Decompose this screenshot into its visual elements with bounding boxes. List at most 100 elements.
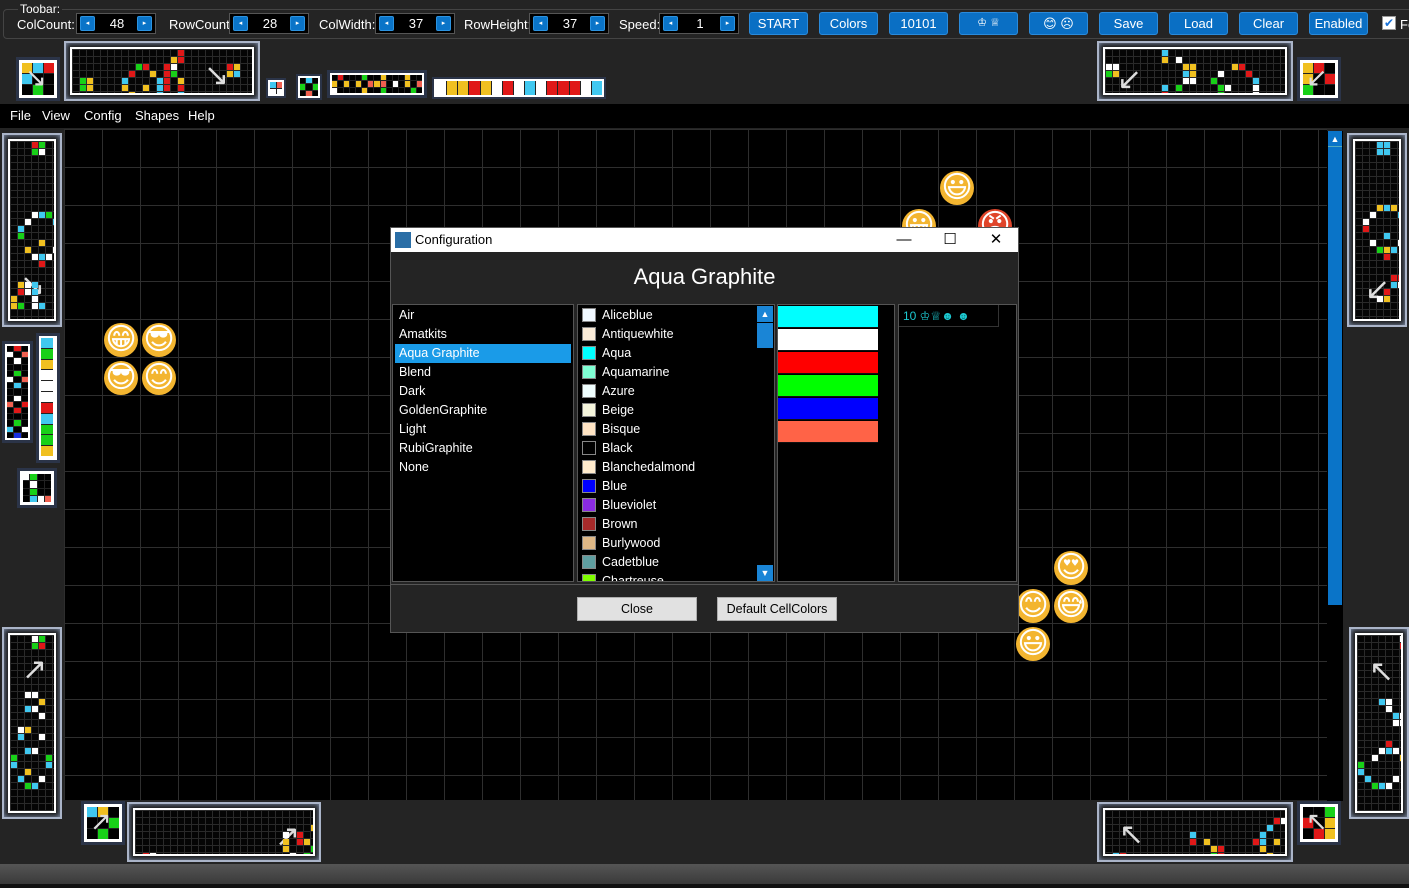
theme-list[interactable]: Air Amatkits Aqua Graphite Blend Dark GoldenG… (392, 304, 574, 582)
cell-color-swatch[interactable] (778, 352, 878, 374)
named-color-list[interactable]: Aliceblue Antiquewhite Aqua Aquamarine Azure… (577, 304, 775, 582)
chess-button[interactable]: ♔ ♕ (959, 12, 1018, 35)
smileys-button[interactable]: 😊 ☹ (1029, 12, 1088, 35)
theme-item[interactable]: Light (395, 420, 571, 439)
color-list-scroll-thumb[interactable] (757, 323, 773, 348)
dialog-title-bar[interactable]: Configuration — ☐ ✕ (391, 228, 1018, 252)
emoji-cell[interactable]: 😊 (1016, 589, 1050, 623)
theme-item[interactable]: None (395, 458, 571, 477)
colcount-value[interactable]: 48 (97, 16, 137, 31)
cell-color-list[interactable] (777, 304, 895, 582)
minimize-button[interactable]: — (889, 230, 919, 250)
theme-item[interactable]: Aqua Graphite (395, 344, 571, 363)
emoji-cell[interactable]: 😁 (104, 323, 138, 357)
rowheight-stepper[interactable]: ◂ 37 ▸ (529, 13, 609, 34)
rowheight-value[interactable]: 37 (550, 16, 590, 31)
rowcount-value[interactable]: 28 (250, 16, 290, 31)
vertical-pattern-thumb[interactable] (2, 341, 33, 443)
speed-increment-button[interactable]: ▸ (720, 16, 735, 31)
emoji-cell[interactable]: 😍 (1054, 551, 1088, 585)
pattern-panel-top-right[interactable]: ↙ (1097, 41, 1293, 101)
pattern-panel-top-left[interactable]: ↘ (64, 41, 260, 101)
small-pattern-thumb-2[interactable] (296, 74, 322, 100)
binary-button[interactable]: 10101 (889, 12, 948, 35)
emoji-cell[interactable]: 😃 (940, 171, 974, 205)
colors-button[interactable]: Colors (819, 12, 878, 35)
theme-item[interactable]: Amatkits (395, 325, 571, 344)
theme-item[interactable]: GoldenGraphite (395, 401, 571, 420)
rowcount-decrement-button[interactable]: ◂ (233, 16, 248, 31)
scroll-up-arrow-icon[interactable]: ▲ (1328, 131, 1342, 147)
menu-shapes[interactable]: Shapes (135, 108, 179, 123)
color-item[interactable]: Blue (578, 477, 774, 496)
pattern-panel-bottom-left[interactable]: ↗ (127, 802, 321, 862)
vertical-color-strip-thumb[interactable] (36, 333, 60, 463)
close-window-button[interactable]: ✕ (981, 230, 1011, 250)
cell-color-swatch[interactable] (778, 421, 878, 443)
color-item[interactable]: Aquamarine (578, 363, 774, 382)
glider-thumb-top-left[interactable]: ↘ (16, 57, 60, 101)
emoji-cell[interactable]: 😎 (142, 323, 176, 357)
save-button[interactable]: Save (1099, 12, 1158, 35)
colcount-stepper[interactable]: ◂ 48 ▸ (76, 13, 156, 34)
rowheight-decrement-button[interactable]: ◂ (533, 16, 548, 31)
small-pattern-thumb-3[interactable] (17, 468, 57, 508)
glider-thumb-bottom-right[interactable]: ↖ (1297, 801, 1341, 845)
close-button[interactable]: Close (577, 597, 697, 621)
load-button[interactable]: Load (1169, 12, 1228, 35)
color-item[interactable]: Antiquewhite (578, 325, 774, 344)
cell-color-swatch[interactable] (778, 375, 878, 397)
theme-item[interactable]: Blend (395, 363, 571, 382)
emoji-cell[interactable]: 😊 (142, 361, 176, 395)
color-item[interactable]: Aqua (578, 344, 774, 363)
color-item[interactable]: Brown (578, 515, 774, 534)
pattern-panel-right-bottom[interactable]: ↖ (1349, 627, 1409, 819)
cell-color-swatch[interactable] (778, 306, 878, 328)
clear-button[interactable]: Clear (1239, 12, 1298, 35)
pattern-panel-left-bottom[interactable]: ↗ (2, 627, 62, 819)
cell-symbol-list[interactable]: 10 ♔♕☻ ☻ (898, 304, 1017, 582)
color-item[interactable]: Chartreuse (578, 572, 774, 581)
emoji-cell[interactable]: 😅 (1054, 589, 1088, 623)
scroll-up-arrow-icon[interactable]: ▲ (757, 306, 773, 322)
colwidth-value[interactable]: 37 (396, 16, 436, 31)
enabled-button[interactable]: Enabled (1309, 12, 1368, 35)
vertical-scrollbar[interactable]: ▲ (1327, 131, 1343, 801)
default-cellcolors-button[interactable]: Default CellColors (717, 597, 837, 621)
colwidth-decrement-button[interactable]: ◂ (379, 16, 394, 31)
speed-value[interactable]: 1 (680, 16, 720, 31)
maximize-button[interactable]: ☐ (935, 230, 965, 250)
cell-symbol-row[interactable]: 10 ♔♕☻ ☻ (899, 305, 999, 327)
color-item[interactable]: Aliceblue (578, 306, 774, 325)
colwidth-stepper[interactable]: ◂ 37 ▸ (375, 13, 455, 34)
emoji-cell[interactable]: 😎 (104, 361, 138, 395)
pattern-strip-thumb[interactable] (327, 70, 427, 98)
color-item[interactable]: Burlywood (578, 534, 774, 553)
speed-decrement-button[interactable]: ◂ (663, 16, 678, 31)
theme-item[interactable]: RubiGraphite (395, 439, 571, 458)
menu-config[interactable]: Config (84, 108, 122, 123)
small-pattern-thumb-1[interactable] (266, 78, 286, 98)
feature-checkbox[interactable]: ✔ (1382, 16, 1396, 30)
theme-item[interactable]: Dark (395, 382, 571, 401)
rowcount-stepper[interactable]: ◂ 28 ▸ (229, 13, 309, 34)
color-strip-thumb[interactable] (432, 77, 606, 99)
color-item[interactable]: Beige (578, 401, 774, 420)
scroll-down-arrow-icon[interactable]: ▼ (757, 565, 773, 581)
color-list-scrollbar[interactable]: ▲ ▼ (757, 306, 773, 581)
color-item[interactable]: Blanchedalmond (578, 458, 774, 477)
colcount-decrement-button[interactable]: ◂ (80, 16, 95, 31)
cell-color-swatch[interactable] (778, 398, 878, 420)
glider-thumb-bottom-left[interactable]: ↗ (81, 801, 125, 845)
rowcount-increment-button[interactable]: ▸ (290, 16, 305, 31)
rowheight-increment-button[interactable]: ▸ (590, 16, 605, 31)
start-button[interactable]: START (749, 12, 808, 35)
color-item[interactable]: Cadetblue (578, 553, 774, 572)
menu-file[interactable]: File (10, 108, 31, 123)
pattern-panel-left-top[interactable]: ↘ (2, 133, 62, 327)
emoji-cell[interactable]: 😃 (1016, 627, 1050, 661)
color-item[interactable]: Black (578, 439, 774, 458)
menu-help[interactable]: Help (188, 108, 215, 123)
color-item[interactable]: Blueviolet (578, 496, 774, 515)
menu-view[interactable]: View (42, 108, 70, 123)
